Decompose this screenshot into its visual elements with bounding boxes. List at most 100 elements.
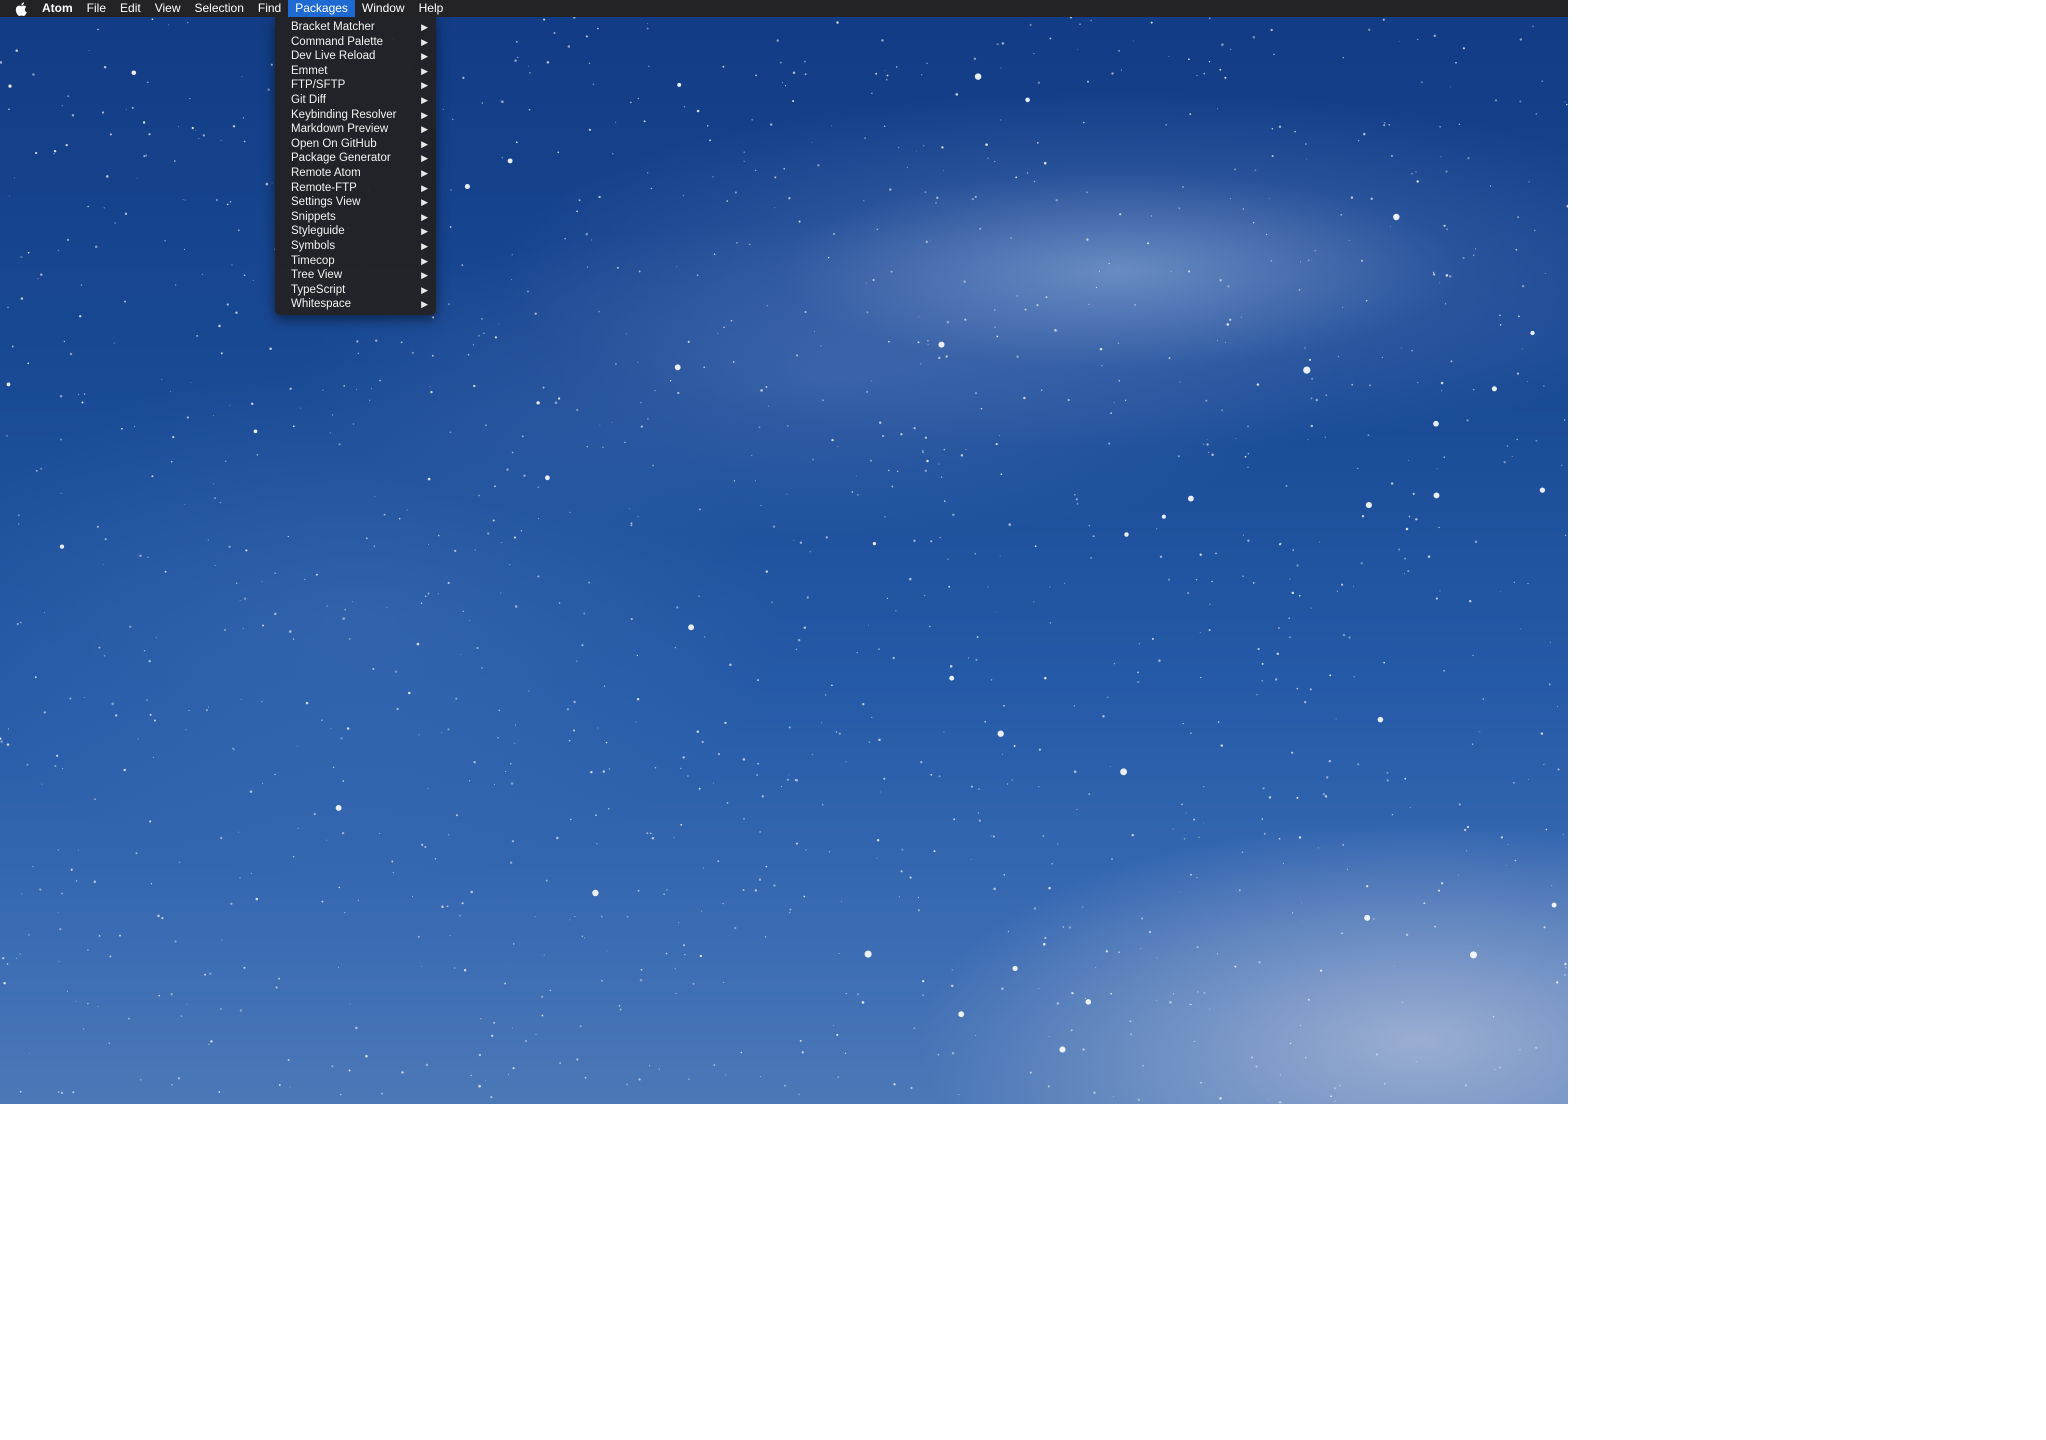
star [684, 953, 686, 956]
menu-item-remote-atom[interactable]: Remote Atom ▶ [275, 166, 436, 181]
star [128, 625, 132, 629]
star [881, 39, 884, 42]
star [98, 935, 101, 937]
star [1208, 61, 1211, 63]
menu-item-label: Remote-FTP [291, 181, 357, 194]
star [984, 721, 986, 723]
menu-item-package-generator[interactable]: Package Generator ▶ [275, 151, 436, 166]
star [198, 137, 200, 140]
star [186, 416, 190, 419]
menu-app-atom[interactable]: Atom [42, 0, 80, 17]
star [249, 790, 253, 793]
submenu-arrow-icon: ▶ [421, 94, 428, 105]
menu-file[interactable]: File [80, 0, 113, 17]
menu-find[interactable]: Find [251, 0, 288, 17]
star [784, 85, 787, 87]
menu-item-markdown-preview[interactable]: Markdown Preview ▶ [275, 122, 436, 137]
star [917, 341, 920, 344]
star [1110, 412, 1112, 414]
star [1306, 158, 1307, 160]
menu-item-tree-view[interactable]: Tree View ▶ [275, 268, 436, 283]
star [947, 558, 949, 560]
star [1179, 891, 1181, 893]
star [44, 612, 45, 614]
menu-item-typescript[interactable]: TypeScript ▶ [275, 283, 436, 298]
star [1415, 1061, 1417, 1063]
star [1423, 902, 1426, 905]
menu-item-command-palette[interactable]: Command Palette ▶ [275, 35, 436, 50]
star [59, 544, 65, 549]
star [709, 139, 712, 142]
star [438, 534, 440, 537]
star [87, 949, 89, 951]
star [1043, 942, 1046, 946]
star [1415, 518, 1418, 521]
star [713, 253, 716, 255]
menu-item-snippets[interactable]: Snippets ▶ [275, 210, 436, 225]
star [253, 429, 258, 434]
star [1499, 314, 1501, 317]
star [1043, 161, 1047, 165]
menu-window[interactable]: Window [355, 0, 412, 17]
menu-item-label: Timecop [291, 254, 335, 267]
star [832, 1024, 834, 1026]
star [590, 770, 593, 774]
star [1168, 357, 1171, 359]
star [566, 708, 570, 711]
star [1535, 113, 1538, 115]
menu-view[interactable]: View [148, 0, 188, 17]
star [886, 597, 889, 600]
menu-item-git-diff[interactable]: Git Diff ▶ [275, 93, 436, 108]
star [208, 706, 209, 708]
menu-item-dev-live-reload[interactable]: Dev Live Reload ▶ [275, 49, 436, 64]
star [1208, 451, 1210, 453]
menu-item-styleguide[interactable]: Styleguide ▶ [275, 224, 436, 239]
star [1433, 492, 1440, 499]
star [1198, 836, 1200, 839]
menu-help[interactable]: Help [412, 0, 451, 17]
menu-item-open-on-github[interactable]: Open On GitHub ▶ [275, 137, 436, 152]
menu-item-symbols[interactable]: Symbols ▶ [275, 239, 436, 254]
menu-item-emmet[interactable]: Emmet ▶ [275, 64, 436, 79]
star [1386, 779, 1389, 782]
star [1469, 951, 1478, 959]
star [1360, 562, 1363, 565]
star [420, 602, 423, 605]
star [553, 31, 556, 35]
star [1219, 279, 1222, 282]
menu-item-whitespace[interactable]: Whitespace ▶ [275, 297, 436, 312]
star [381, 1092, 383, 1095]
menu-item-remote-ftp[interactable]: Remote-FTP ▶ [275, 181, 436, 196]
menu-item-bracket-matcher[interactable]: Bracket Matcher ▶ [275, 20, 436, 35]
menu-selection[interactable]: Selection [188, 0, 251, 17]
star [658, 1068, 661, 1070]
star [1182, 723, 1184, 725]
star [974, 73, 982, 80]
menu-item-keybinding-resolver[interactable]: Keybinding Resolver ▶ [275, 108, 436, 123]
menu-packages[interactable]: Packages [288, 0, 355, 17]
star [1533, 229, 1536, 232]
star [224, 460, 227, 463]
star [1307, 998, 1310, 1001]
menu-edit[interactable]: Edit [113, 0, 148, 17]
star [977, 812, 980, 814]
star [688, 1078, 690, 1080]
star [895, 66, 898, 68]
star [883, 125, 886, 128]
submenu-arrow-icon: ▶ [421, 284, 428, 295]
star [8, 108, 10, 111]
menu-item-timecop[interactable]: Timecop ▶ [275, 254, 436, 269]
star [1177, 455, 1180, 458]
star [1304, 347, 1306, 349]
menu-item-settings-view[interactable]: Settings View ▶ [275, 195, 436, 210]
menu-item-ftp-sftp[interactable]: FTP/SFTP ▶ [275, 78, 436, 93]
star [243, 140, 246, 143]
star [893, 1083, 896, 1086]
star [820, 722, 823, 724]
star [1519, 38, 1523, 41]
apple-logo-icon[interactable] [0, 0, 42, 17]
submenu-arrow-icon: ▶ [421, 80, 428, 91]
star [1360, 259, 1364, 262]
star [1408, 515, 1411, 518]
star [406, 509, 408, 511]
